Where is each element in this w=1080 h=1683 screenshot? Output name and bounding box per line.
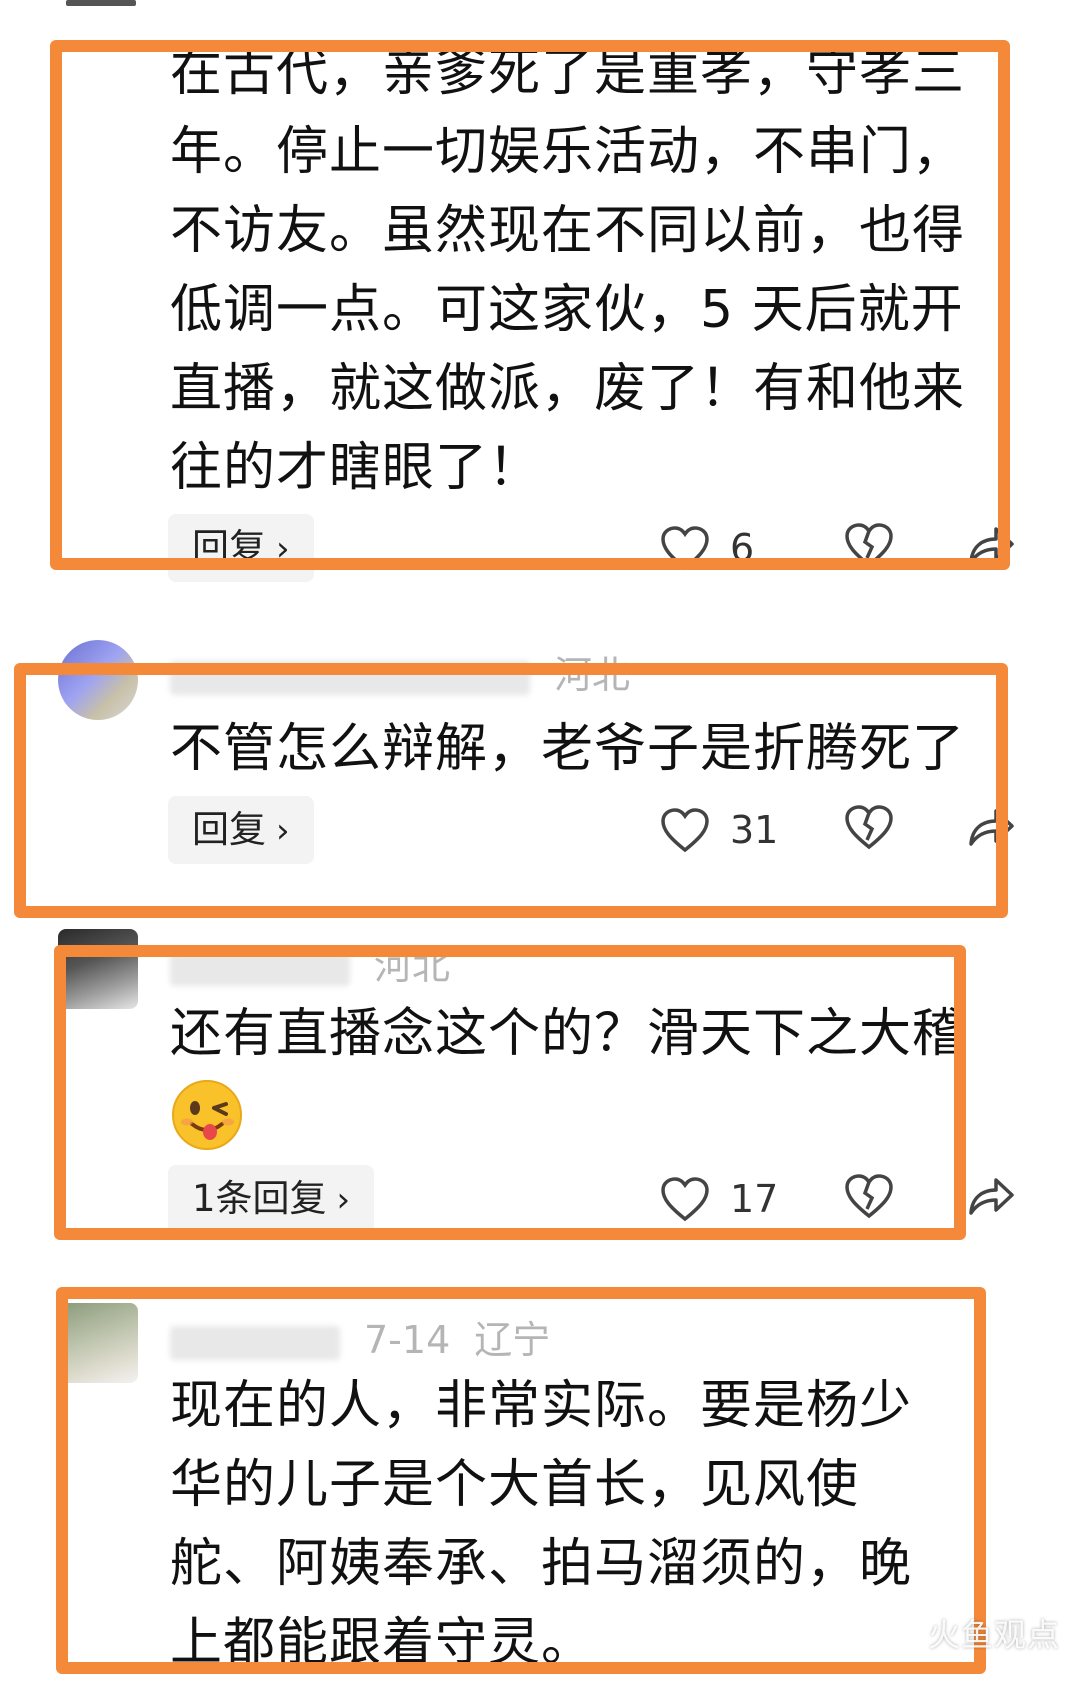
- dislike-button[interactable]: [844, 1173, 894, 1223]
- share-button[interactable]: [966, 1173, 1016, 1223]
- reply-button[interactable]: 回复 ›: [168, 796, 314, 864]
- like-count: 31: [730, 808, 779, 852]
- comment-text: 不管怎么辩解，老爷子是折腾死了: [170, 719, 966, 779]
- reply-button[interactable]: 回复 ›: [168, 514, 314, 582]
- like-button[interactable]: 17: [660, 1173, 778, 1225]
- comment-item: 7-14 辽宁 现在的人，非常实际。要是杨少华的儿子是个大首长，见风使舵、阿姨奉承…: [0, 1285, 1080, 1674]
- reply-label: 回复: [192, 808, 266, 851]
- comment-actions: 6: [660, 514, 1040, 582]
- avatar[interactable]: [58, 929, 138, 1009]
- broken-heart-icon: [845, 805, 893, 850]
- reply-label: 1条回复: [192, 1177, 327, 1220]
- heart-icon: [661, 526, 709, 571]
- comment-date: 7-14: [364, 1318, 451, 1362]
- reply-label: 回复: [192, 526, 266, 569]
- comment-item: 在古代，亲爹死了是重孝，守孝三年。停止一切娱乐活动，不串门，不访友。虽然现在不同…: [0, 0, 1080, 590]
- like-button[interactable]: 31: [660, 804, 778, 856]
- like-count: 6: [730, 526, 755, 570]
- comment-meta: 7-14 辽宁: [170, 1309, 550, 1364]
- watermark: 火鱼观点: [927, 1616, 1060, 1654]
- comment-actions: 17: [660, 1165, 1040, 1233]
- comment-text: 还有直播念这个的？滑天下之大稽: [170, 1004, 966, 1064]
- comment-item: 河北 不管怎么辩解，老爷子是折腾死了 回复 › 31: [0, 630, 1080, 880]
- comment-meta: 河北: [170, 644, 630, 699]
- comment-text: 现在的人，非常实际。要是杨少华的儿子是个大首长，见风使舵、阿姨奉承、拍马溜须的，…: [170, 1376, 913, 1673]
- comment-text: 在古代，亲爹死了是重孝，守孝三年。停止一切娱乐活动，不串门，不访友。虽然现在不同…: [170, 43, 966, 498]
- comment-region: 辽宁: [474, 1318, 551, 1362]
- dislike-button[interactable]: [844, 804, 894, 854]
- avatar[interactable]: [58, 640, 138, 720]
- share-arrow-icon: [969, 527, 1014, 564]
- dislike-button[interactable]: [844, 522, 894, 572]
- username-blurred: [170, 660, 530, 695]
- username-blurred: [170, 951, 350, 986]
- avatar[interactable]: [58, 1303, 138, 1383]
- comment-actions: 31: [660, 796, 1040, 864]
- like-count: 17: [730, 1177, 779, 1221]
- share-arrow-icon: [969, 1178, 1014, 1215]
- chevron-right-icon: ›: [276, 529, 290, 569]
- comment-meta: 河北: [170, 935, 450, 990]
- chevron-right-icon: ›: [276, 811, 290, 851]
- comment-region: 河北: [374, 944, 451, 988]
- comment-region: 河北: [554, 653, 631, 697]
- share-arrow-icon: [969, 809, 1014, 846]
- username-blurred: [170, 1325, 340, 1360]
- share-button[interactable]: [966, 804, 1016, 854]
- comment-item: 河北 还有直播念这个的？滑天下之大稽 1条回复 › 17: [0, 915, 1080, 1245]
- reply-button[interactable]: 1条回复 ›: [168, 1165, 375, 1233]
- heart-icon: [661, 1177, 709, 1222]
- heart-icon: [661, 808, 709, 853]
- winking-tongue-emoji: [172, 1080, 242, 1150]
- broken-heart-icon: [845, 523, 893, 568]
- chevron-right-icon: ›: [336, 1180, 351, 1220]
- like-button[interactable]: 6: [660, 522, 754, 574]
- share-button[interactable]: [966, 522, 1016, 572]
- broken-heart-icon: [845, 1174, 893, 1219]
